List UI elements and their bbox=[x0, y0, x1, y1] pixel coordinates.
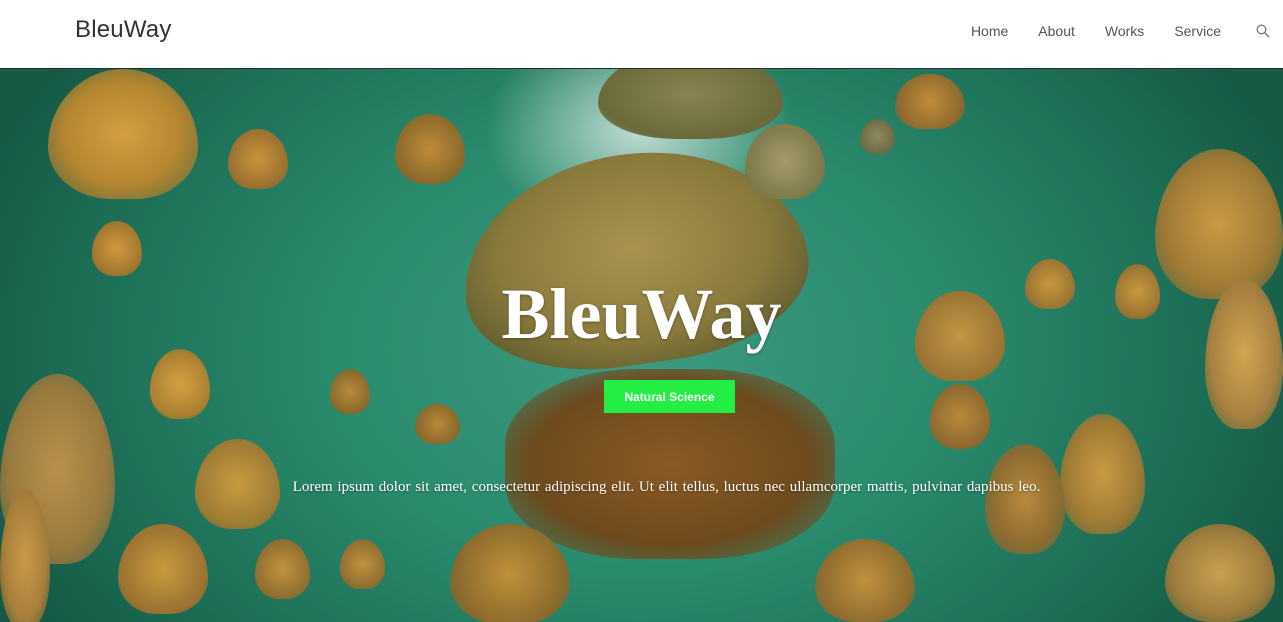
site-logo[interactable]: BleuWay bbox=[75, 16, 172, 44]
nav-home-link[interactable]: Home bbox=[971, 23, 1008, 39]
hero-description: Lorem ipsum dolor sit amet, consectetur … bbox=[292, 479, 1041, 495]
nav-works-link[interactable]: Works bbox=[1105, 23, 1144, 39]
natural-science-button[interactable]: Natural Science bbox=[604, 380, 735, 413]
site-header: BleuWay Home About Works Service bbox=[0, 0, 1283, 69]
hero-banner: BleuWay Natural Science Lorem ipsum dolo… bbox=[0, 69, 1283, 622]
hero-title: BleuWay bbox=[501, 274, 782, 354]
main-nav: Home About Works Service bbox=[971, 0, 1283, 62]
search-icon[interactable] bbox=[1251, 19, 1275, 43]
nav-about-link[interactable]: About bbox=[1038, 23, 1075, 39]
nav-service-link[interactable]: Service bbox=[1174, 23, 1221, 39]
